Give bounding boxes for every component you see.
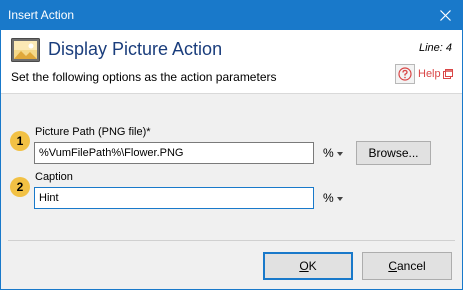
picture-icon xyxy=(11,38,40,62)
action-header: Display Picture Action Line: 4 Set the f… xyxy=(1,30,462,94)
help-link[interactable]: Help xyxy=(418,68,441,80)
picture-path-variable-button[interactable]: % xyxy=(323,146,343,160)
ok-button[interactable]: OK xyxy=(263,252,353,280)
step-badge-2: 2 xyxy=(10,177,30,197)
caret-down-icon xyxy=(336,196,343,201)
cancel-button[interactable]: Cancel xyxy=(362,252,452,280)
title-bar: Insert Action xyxy=(1,1,462,30)
variable-percent-label: % xyxy=(323,146,334,160)
cancel-label-suffix: ancel xyxy=(396,259,426,273)
ok-hotkey: O xyxy=(299,259,309,273)
variable-percent-label: % xyxy=(323,191,334,205)
external-window-icon[interactable] xyxy=(443,69,453,79)
picture-path-input[interactable]: %VumFilePath%\Flower.PNG xyxy=(34,142,314,164)
step-badge-1: 1 xyxy=(10,131,30,151)
picture-path-label: Picture Path (PNG file)* xyxy=(35,126,151,138)
browse-button[interactable]: Browse... xyxy=(356,141,431,165)
line-number: Line: 4 xyxy=(418,42,452,54)
caption-variable-button[interactable]: % xyxy=(323,191,343,205)
action-description: Set the following options as the action … xyxy=(11,70,277,84)
cancel-hotkey: C xyxy=(388,259,397,273)
window-title: Insert Action xyxy=(8,8,75,22)
action-title: Display Picture Action xyxy=(48,39,223,59)
help-question-icon xyxy=(398,67,412,81)
ok-label-suffix: K xyxy=(308,259,317,273)
help-question-button[interactable] xyxy=(395,64,415,84)
caret-down-icon xyxy=(336,151,343,156)
close-button[interactable] xyxy=(428,1,462,30)
footer-divider xyxy=(8,240,455,241)
close-icon xyxy=(439,10,451,21)
caption-input[interactable]: Hint xyxy=(34,187,314,209)
caption-label: Caption xyxy=(35,171,73,183)
insert-action-dialog: Insert Action Display Picture Action Lin… xyxy=(0,0,463,290)
